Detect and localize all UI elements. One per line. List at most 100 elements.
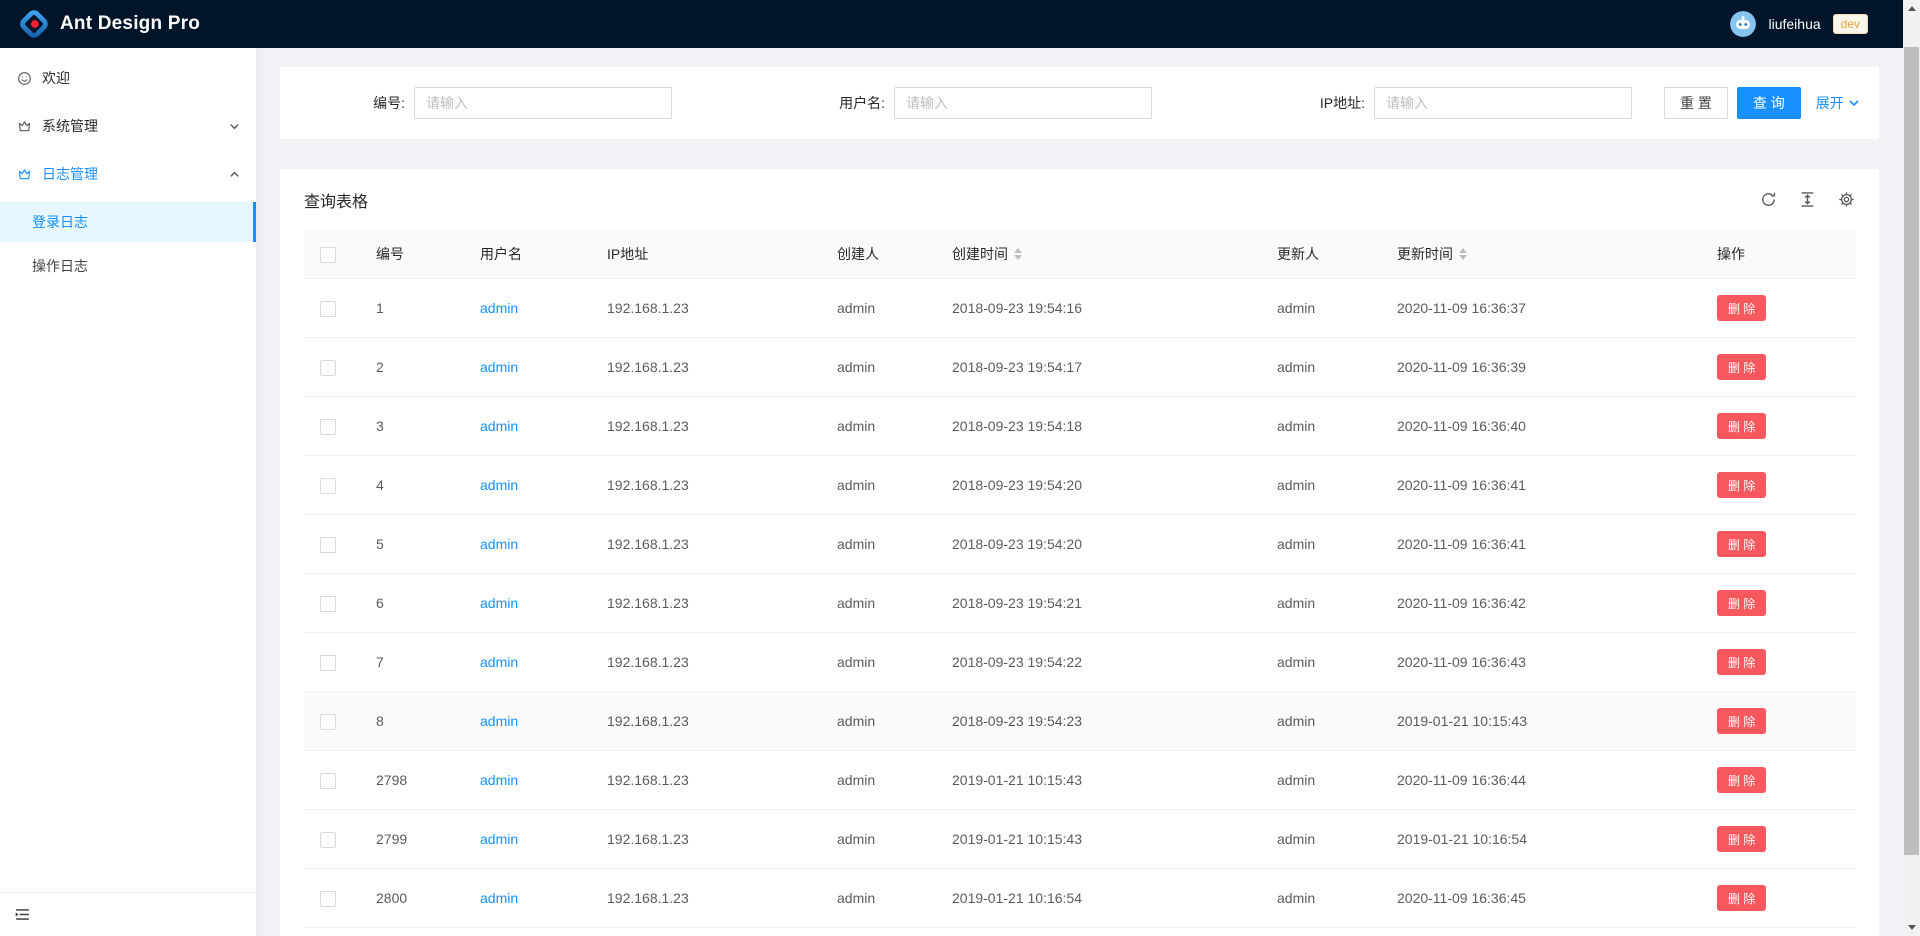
cell-ip: 192.168.1.23 — [591, 633, 821, 692]
table-cell: 删 除 — [1701, 574, 1856, 633]
cell-updater: admin — [1261, 397, 1381, 456]
sidebar-item-operation-log[interactable]: 操作日志 — [0, 246, 256, 286]
scrollbar-up-arrow[interactable] — [1903, 0, 1920, 17]
header-user-area[interactable]: liufeihua dev — [1730, 11, 1868, 37]
row-checkbox[interactable] — [320, 537, 336, 553]
sidebar-item-welcome[interactable]: 欢迎 — [0, 58, 256, 98]
toolbar-icons — [1760, 191, 1855, 208]
cell-id: 2800 — [360, 869, 464, 928]
row-checkbox[interactable] — [320, 891, 336, 907]
main-content: 编号: 用户名: IP地址: 重 置 查 询 展开 查 — [256, 48, 1903, 936]
table-cell — [304, 810, 360, 869]
scrollbar-down-arrow[interactable] — [1903, 919, 1920, 936]
row-checkbox[interactable] — [320, 714, 336, 730]
delete-button[interactable]: 删 除 — [1717, 590, 1766, 616]
search-actions: 重 置 查 询 展开 — [1664, 87, 1860, 119]
sidebar-item-login-log[interactable]: 登录日志 — [0, 202, 256, 242]
cell-creator: admin — [821, 928, 936, 936]
cell-ip: 192.168.1.23 — [591, 928, 821, 936]
table-row: 2801admin192.168.1.23admin2019-01-21 10:… — [304, 928, 1856, 936]
table-cell: admin — [464, 338, 591, 397]
username-link[interactable]: admin — [480, 713, 518, 729]
row-checkbox[interactable] — [320, 655, 336, 671]
data-table: 编号 用户名 IP地址 创建人 创建时间 更新人 更新时间 操作 1 — [304, 230, 1856, 936]
user-avatar[interactable] — [1730, 11, 1756, 37]
username-link[interactable]: admin — [480, 890, 518, 906]
delete-button[interactable]: 删 除 — [1717, 826, 1766, 852]
cell-updated-at: 2020-11-09 16:36:39 — [1381, 338, 1701, 397]
select-all-checkbox[interactable] — [320, 247, 336, 263]
column-header-creator: 创建人 — [821, 230, 936, 279]
column-height-icon[interactable] — [1799, 191, 1816, 208]
delete-button[interactable]: 删 除 — [1717, 354, 1766, 380]
username-link[interactable]: admin — [480, 595, 518, 611]
cell-id: 4 — [360, 456, 464, 515]
menu-collapse-button[interactable] — [14, 906, 32, 924]
column-header-id: 编号 — [360, 230, 464, 279]
row-checkbox[interactable] — [320, 478, 336, 494]
table-cell: 删 除 — [1701, 515, 1856, 574]
delete-button[interactable]: 删 除 — [1717, 531, 1766, 557]
query-button[interactable]: 查 询 — [1737, 87, 1801, 119]
table-row: 6admin192.168.1.23admin2018-09-23 19:54:… — [304, 574, 1856, 633]
sort-caret-icon[interactable] — [1014, 248, 1022, 260]
cell-updater: admin — [1261, 692, 1381, 751]
sort-caret-icon[interactable] — [1459, 248, 1467, 260]
row-checkbox[interactable] — [320, 596, 336, 612]
delete-button[interactable]: 删 除 — [1717, 413, 1766, 439]
sidebar-item-label: 欢迎 — [42, 68, 70, 88]
sidebar-item-system-management[interactable]: 系统管理 — [0, 106, 256, 146]
table-cell: 删 除 — [1701, 692, 1856, 751]
username-link[interactable]: admin — [480, 418, 518, 434]
username-link[interactable]: admin — [480, 536, 518, 552]
vertical-scrollbar[interactable] — [1903, 0, 1920, 936]
username-link[interactable]: admin — [480, 359, 518, 375]
sidebar-item-log-management[interactable]: 日志管理 — [0, 154, 256, 194]
delete-button[interactable]: 删 除 — [1717, 708, 1766, 734]
expand-link[interactable]: 展开 — [1816, 93, 1860, 113]
username-input[interactable] — [894, 87, 1152, 119]
delete-button[interactable]: 删 除 — [1717, 649, 1766, 675]
table-cell: admin — [464, 751, 591, 810]
username-link[interactable]: admin — [480, 477, 518, 493]
row-checkbox[interactable] — [320, 419, 336, 435]
row-checkbox[interactable] — [320, 773, 336, 789]
cell-updater: admin — [1261, 574, 1381, 633]
table-row: 5admin192.168.1.23admin2018-09-23 19:54:… — [304, 515, 1856, 574]
id-input[interactable] — [414, 87, 672, 119]
row-checkbox[interactable] — [320, 832, 336, 848]
cell-updater: admin — [1261, 869, 1381, 928]
search-field-id: 编号: — [304, 87, 704, 119]
scrollbar-thumb[interactable] — [1904, 47, 1919, 855]
table-cell — [304, 692, 360, 751]
delete-button[interactable]: 删 除 — [1717, 767, 1766, 793]
settings-gear-icon[interactable] — [1838, 191, 1855, 208]
column-header-updater: 更新人 — [1261, 230, 1381, 279]
delete-button[interactable]: 删 除 — [1717, 472, 1766, 498]
delete-button[interactable]: 删 除 — [1717, 885, 1766, 911]
table-cell: admin — [464, 869, 591, 928]
column-header-created-at[interactable]: 创建时间 — [936, 230, 1261, 279]
cell-ip: 192.168.1.23 — [591, 397, 821, 456]
ip-input[interactable] — [1374, 87, 1632, 119]
username-link[interactable]: admin — [480, 831, 518, 847]
cell-updated-at: 2019-01-22 14:43:09 — [1381, 928, 1701, 936]
username-link[interactable]: admin — [480, 772, 518, 788]
row-checkbox[interactable] — [320, 301, 336, 317]
username-link[interactable]: admin — [480, 300, 518, 316]
app-header: Ant Design Pro liufeihua dev — [0, 0, 1920, 48]
cell-updated-at: 2020-11-09 16:36:42 — [1381, 574, 1701, 633]
cell-updated-at: 2020-11-09 16:36:41 — [1381, 515, 1701, 574]
cell-creator: admin — [821, 338, 936, 397]
smile-icon — [17, 71, 32, 86]
cell-creator: admin — [821, 574, 936, 633]
column-header-updated-at[interactable]: 更新时间 — [1381, 230, 1701, 279]
cell-created-at: 2019-01-21 10:15:43 — [936, 810, 1261, 869]
username-link[interactable]: admin — [480, 654, 518, 670]
cell-updated-at: 2020-11-09 16:36:43 — [1381, 633, 1701, 692]
table-cell: admin — [464, 456, 591, 515]
reset-button[interactable]: 重 置 — [1664, 87, 1728, 119]
row-checkbox[interactable] — [320, 360, 336, 376]
delete-button[interactable]: 删 除 — [1717, 295, 1766, 321]
refresh-icon[interactable] — [1760, 191, 1777, 208]
